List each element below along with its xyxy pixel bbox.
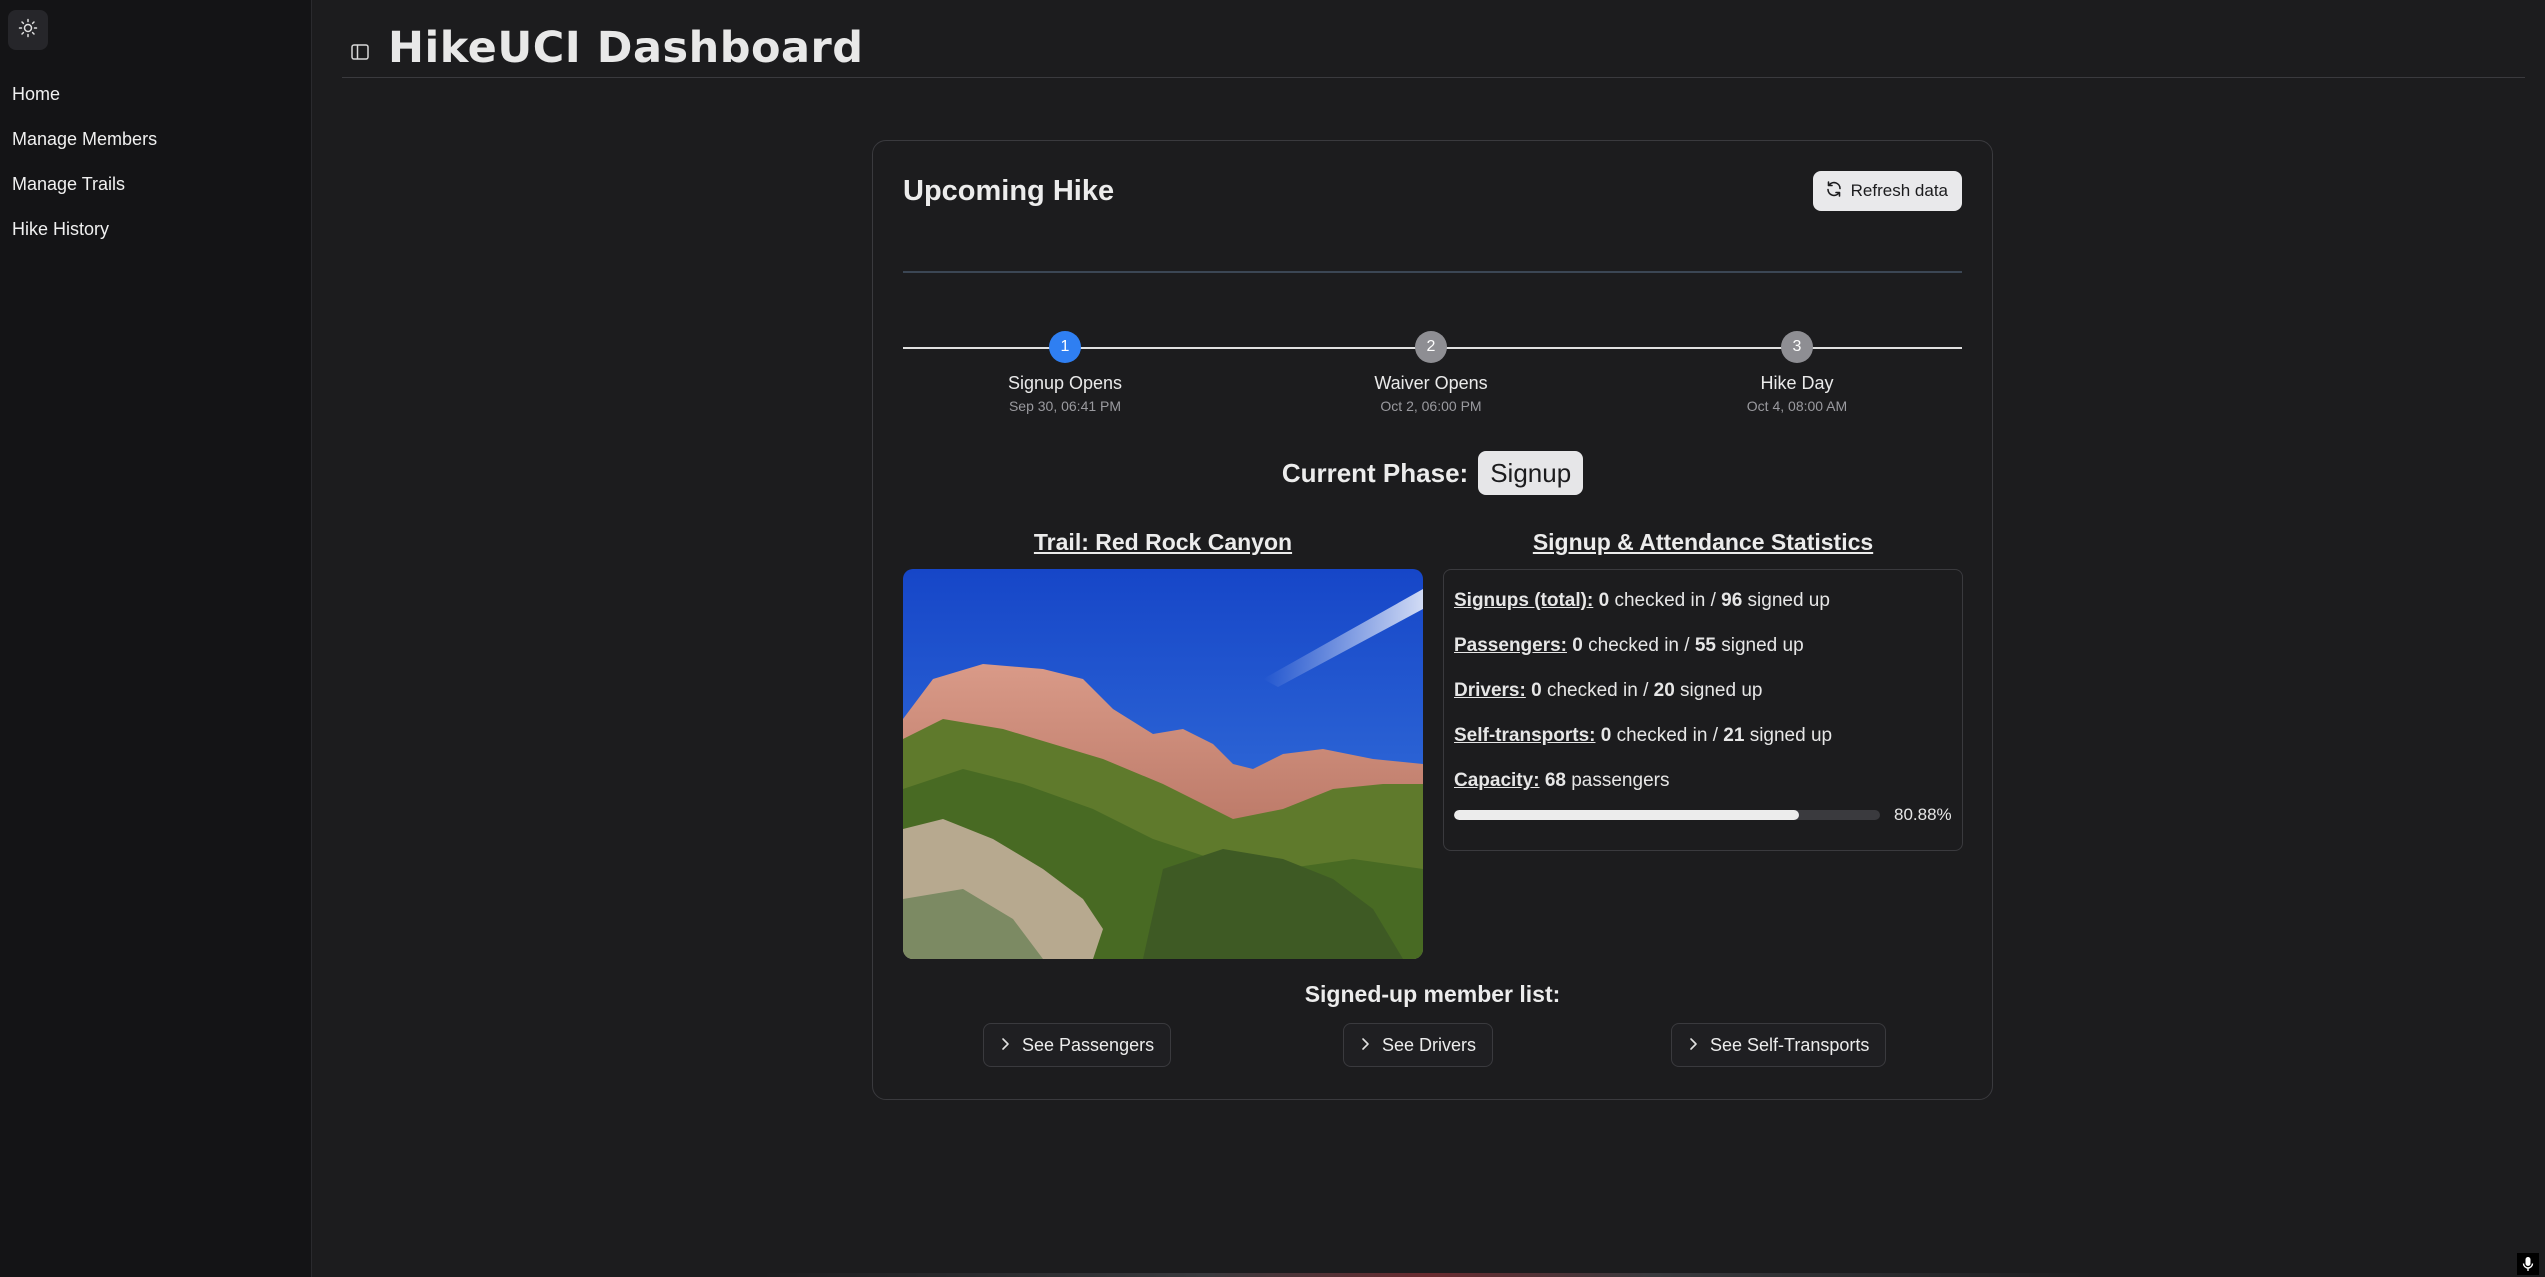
timeline-step-signup: 1 Signup Opens Sep 30, 06:41 PM [945,331,1185,414]
stat-signed-up: 20 [1653,680,1675,701]
refresh-label: Refresh data [1850,181,1948,200]
stat-signups: Signups (total): 0 checked in / 96 signe… [1454,584,1952,629]
stat-label: Drivers: [1454,680,1526,701]
progress-fill [1454,810,1799,820]
sidebar-item-manage-trails[interactable]: Manage Trails [12,170,157,215]
step-label: Signup Opens [1007,373,1123,393]
microphone-icon[interactable] [2517,1253,2539,1275]
stat-signed-up: 21 [1723,725,1745,746]
timeline-step-hike-day: 3 Hike Day Oct 4, 08:00 AM [1677,331,1917,414]
page-header: HikeUCI Dashboard [342,23,2525,78]
stat-text: checked in / [1582,635,1695,656]
chevron-right-icon [1000,1035,1010,1056]
stats-panel: Signups (total): 0 checked in / 96 signe… [1443,569,1963,851]
current-phase-badge: Signup [1478,451,1584,495]
phase-timeline: 1 Signup Opens Sep 30, 06:41 PM 2 Waiver… [903,331,1962,421]
stat-text: signed up [1742,590,1830,611]
step-date: Sep 30, 06:41 PM [1008,398,1122,414]
trail-heading: Trail: Red Rock Canyon [1033,529,1293,555]
theme-toggle-button[interactable] [8,10,48,50]
stat-label: Capacity: [1454,770,1540,791]
stat-text: signed up [1674,680,1763,701]
button-label: See Self-Transports [1710,1034,1870,1055]
stat-text: checked in / [1541,680,1654,701]
stat-checked-in: 0 [1598,590,1610,611]
stat-label: Self-transports: [1454,725,1596,746]
stat-checked-in: 0 [1600,725,1612,746]
stat-self-transports: Self-transports: 0 checked in / 21 signe… [1454,719,1952,764]
step-date: Oct 2, 06:00 PM [1380,398,1482,414]
sidebar-nav: Home Manage Members Manage Trails Hike H… [12,80,157,260]
progress-track [1454,810,1880,820]
sidebar: Home Manage Members Manage Trails Hike H… [0,0,312,1277]
see-drivers-button[interactable]: See Drivers [1343,1023,1494,1067]
stat-passengers: Passengers: 0 checked in / 55 signed up [1454,629,1952,674]
stat-text: signed up [1715,635,1804,656]
step-label: Hike Day [1760,373,1834,393]
sidebar-item-home[interactable]: Home [12,80,157,125]
current-phase-label: Current Phase: [1281,457,1469,488]
sun-icon [18,18,38,43]
stat-capacity-value: 68 [1544,770,1566,791]
stat-capacity: Capacity: 68 passengers [1454,764,1952,809]
step-number-badge: 1 [1049,331,1081,363]
stat-signed-up: 55 [1694,635,1716,656]
stats-heading: Signup & Attendance Statistics [1532,529,1874,555]
member-list-heading: Signed-up member list: [1304,981,1561,1007]
stat-signed-up: 96 [1721,590,1743,611]
step-number-badge: 3 [1781,331,1813,363]
stat-drivers: Drivers: 0 checked in / 20 signed up [1454,674,1952,719]
divider [903,271,1962,273]
button-label: See Passengers [1022,1034,1155,1055]
stat-text: passengers [1565,770,1670,791]
stat-text: checked in / [1609,590,1722,611]
chevron-right-icon [1688,1035,1698,1056]
upcoming-hike-card: Upcoming Hike Refresh data 1 Signup Open… [872,140,1993,1100]
stat-label: Signups (total): [1454,590,1594,611]
capacity-progress: 80.88% [1454,805,1952,825]
button-label: See Drivers [1382,1034,1477,1055]
see-passengers-button[interactable]: See Passengers [983,1023,1172,1067]
chevron-right-icon [1360,1035,1370,1056]
page-title: HikeUCI Dashboard [388,22,864,73]
stat-checked-in: 0 [1531,680,1542,701]
sidebar-item-hike-history[interactable]: Hike History [12,215,157,260]
bottom-strip [312,1273,2545,1277]
refresh-data-button[interactable]: Refresh data [1812,171,1962,211]
stat-text: checked in / [1611,725,1724,746]
stat-checked-in: 0 [1572,635,1583,656]
step-number-badge: 2 [1415,331,1447,363]
refresh-icon [1825,180,1843,203]
stat-text: signed up [1744,725,1833,746]
see-self-transports-button[interactable]: See Self-Transports [1671,1023,1887,1067]
sidebar-toggle-icon[interactable] [342,43,378,60]
trail-photo [903,569,1423,959]
step-label: Waiver Opens [1374,373,1488,393]
card-title: Upcoming Hike [903,175,1115,207]
stat-label: Passengers: [1454,635,1568,656]
step-date: Oct 4, 08:00 AM [1746,398,1848,414]
current-phase: Current Phase: Signup [873,451,1992,495]
sidebar-item-manage-members[interactable]: Manage Members [12,125,157,170]
progress-percent: 80.88% [1894,805,1952,824]
timeline-step-waiver: 2 Waiver Opens Oct 2, 06:00 PM [1311,331,1551,414]
